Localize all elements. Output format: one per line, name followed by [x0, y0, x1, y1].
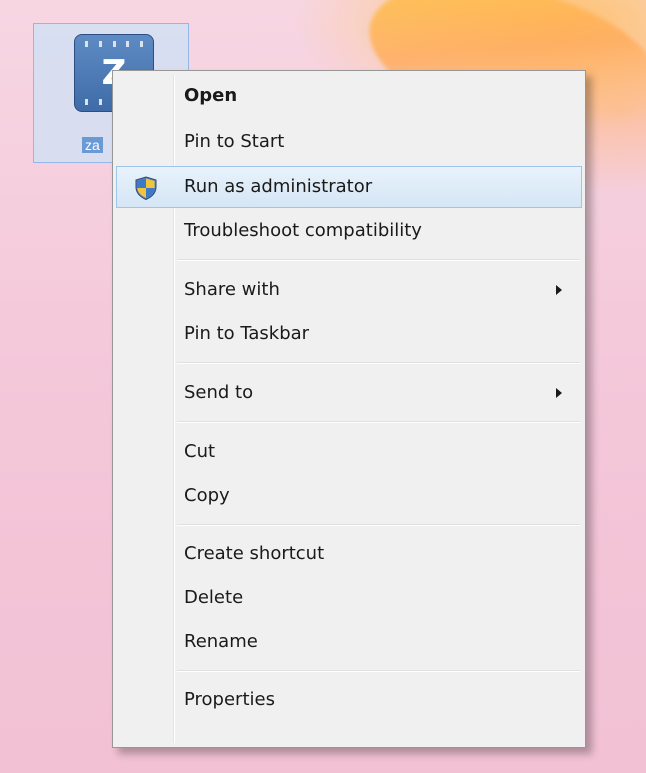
menu-item-label: Cut	[184, 441, 216, 462]
menu-item-label: Pin to Taskbar	[184, 323, 310, 344]
menu-item-label: Troubleshoot compatibility	[184, 220, 422, 241]
menu-item-create-shortcut[interactable]: Create shortcut	[116, 533, 582, 575]
menu-item-pin-to-start[interactable]: Pin to Start	[116, 121, 582, 163]
menu-separator	[177, 421, 580, 423]
menu-item-label: Open	[184, 85, 238, 106]
submenu-arrow-icon	[556, 388, 562, 398]
menu-item-label: Copy	[184, 485, 230, 506]
menu-item-send-to[interactable]: Send to	[116, 372, 582, 414]
menu-separator	[177, 524, 580, 526]
menu-item-cut[interactable]: Cut	[116, 431, 582, 473]
menu-separator	[177, 259, 580, 261]
menu-item-properties[interactable]: Properties	[116, 679, 582, 721]
menu-item-label: Pin to Start	[184, 131, 285, 152]
menu-item-label: Run as administrator	[184, 176, 373, 197]
menu-item-troubleshoot-compatibility[interactable]: Troubleshoot compatibility	[116, 210, 582, 252]
menu-item-copy[interactable]: Copy	[116, 475, 582, 517]
menu-separator	[177, 670, 580, 672]
menu-separator	[177, 362, 580, 364]
menu-item-open[interactable]: Open	[116, 75, 582, 117]
submenu-arrow-icon	[556, 285, 562, 295]
menu-item-label: Share with	[184, 279, 280, 300]
menu-item-delete[interactable]: Delete	[116, 577, 582, 619]
menu-item-label: Send to	[184, 382, 254, 403]
desktop-icon-caption: za	[82, 137, 103, 153]
menu-item-pin-to-taskbar[interactable]: Pin to Taskbar	[116, 313, 582, 355]
icon-tick-row-top	[85, 41, 143, 47]
menu-item-label: Create shortcut	[184, 543, 325, 564]
context-menu: Open Pin to Start Run as administrator T…	[112, 70, 586, 748]
menu-item-rename[interactable]: Rename	[116, 621, 582, 663]
menu-item-run-as-administrator[interactable]: Run as administrator	[116, 166, 582, 208]
menu-item-share-with[interactable]: Share with	[116, 269, 582, 311]
menu-item-label: Delete	[184, 587, 244, 608]
menu-item-label: Properties	[184, 689, 275, 710]
menu-item-label: Rename	[184, 631, 258, 652]
uac-shield-icon	[135, 176, 157, 201]
